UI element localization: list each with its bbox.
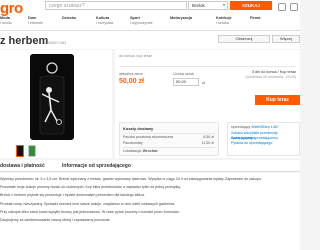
image-gallery (0, 50, 112, 158)
divider (123, 133, 215, 134)
price-label: aktualna cena (119, 72, 143, 76)
thumbnail[interactable] (28, 145, 36, 157)
shipping-title: Koszty dostawy (123, 126, 154, 131)
category-sub: i rozrywka (96, 20, 114, 25)
description-paragraph: Pozostałe moje aukcje prosimy dodać do u… (0, 185, 182, 190)
divider (123, 147, 215, 148)
shipping-method: Paczkomaty (123, 141, 143, 145)
description-section: Wymiary przedmiotu: ok. 5 x 3,5 cm. Brel… (0, 173, 300, 250)
listing-title-row: z herbem 8555507483 Obserwuj Więcej (0, 31, 300, 49)
offer-panel: do końca: kup teraz aktualna cena 50,00 … (115, 50, 300, 158)
tab-delivery[interactable]: dostawa i płatność (0, 163, 45, 169)
seller-line: sprzedający WielkiSklep 1467 (231, 125, 279, 130)
location-label: Lokalizacja: (123, 149, 142, 153)
category-name: Motoryzacja (170, 16, 192, 20)
shipping-price: 8,50 zł (203, 135, 214, 139)
location-info: Lokalizacja: Wrocław (123, 149, 158, 153)
category-item[interactable]: Dom i zdrowie (24, 16, 58, 30)
category-nav: Moda i uroda Dom i zdrowie Dziecko Kultu… (0, 16, 300, 30)
category-sub: i wypoczynek (130, 20, 153, 25)
category-sub: i zdrowie (28, 20, 43, 25)
category-name: Dom (28, 16, 37, 20)
quantity-label: Liczba sztuk (173, 72, 194, 76)
chevron-down-icon: ▾ (222, 2, 225, 7)
description-paragraph: Wymiary przedmiotu: ok. 5 x 3,5 cm. Brel… (0, 177, 262, 181)
search-input[interactable]: czego szukasz? (45, 1, 187, 10)
listing-id: 8555507483 (44, 40, 67, 45)
description-paragraph: Przy zakupie kilku sztuk koszt wysyłki l… (0, 209, 180, 214)
user-icon[interactable] (278, 3, 286, 11)
category-name: Moda (0, 16, 10, 20)
more-button[interactable]: Więcej (272, 35, 300, 43)
shipping-method: Paczka pocztowa ekonomiczna (123, 135, 174, 139)
category-item[interactable]: Kultura i rozrywka (92, 16, 126, 30)
category-name: Kolekcje (216, 16, 232, 20)
description-paragraph: Dziękujemy za zainteresowanie naszą ofer… (0, 218, 111, 223)
time-left: do końca: kup teraz (119, 54, 153, 58)
site-logo[interactable]: gro (0, 1, 23, 16)
shipping-costs-box: Koszty dostawy Paczka pocztowa ekonomicz… (119, 122, 219, 156)
category-name: Kultura (96, 16, 110, 20)
category-item[interactable]: Moda i uroda (0, 16, 24, 30)
ask-seller-link[interactable]: Zadaj pytanie sprzedającemu (231, 136, 278, 140)
tab-seller-info[interactable]: Informacje od sprzedającego (62, 163, 131, 169)
quantity-input[interactable]: 50,00 (173, 78, 199, 86)
seller-line: Pytania do sprzedającego (231, 141, 272, 146)
search-category-label: Brelok (192, 3, 205, 8)
buy-now-button[interactable]: Kup teraz (255, 95, 300, 105)
category-name: Sport (130, 16, 140, 20)
follow-button[interactable]: Obserwuj (218, 35, 270, 43)
category-sub: i sztuka (216, 20, 229, 25)
divider (119, 66, 296, 67)
listing-title: z herbem (0, 35, 49, 47)
category-sub: i uroda (0, 20, 12, 25)
category-item[interactable]: Kolekcje i sztuka (212, 16, 246, 30)
search-button[interactable]: SZUKAJ (230, 1, 272, 10)
category-item[interactable]: Sport i wypoczynek (126, 16, 166, 30)
keychain-figure-image (39, 62, 65, 135)
category-name: Firma (250, 16, 261, 20)
thumbnail-strip (16, 145, 36, 157)
description-paragraph: Produkt nowy, nieużywany. Sprawdź równie… (0, 201, 176, 206)
seller-name-link[interactable]: WielkiSklep 1467 (251, 125, 279, 129)
seller-label: sprzedający (231, 125, 251, 129)
site-header: gro czego szukasz? Brelok ▾ SZUKAJ Moda … (0, 0, 300, 31)
seller-questions-link[interactable]: Pytania do sprzedającego (231, 141, 272, 145)
category-item[interactable]: Motoryzacja (166, 16, 212, 30)
listing-tabs: dostawa i płatność Informacje od sprzeda… (0, 160, 300, 172)
quantity-unit: zł (202, 80, 205, 85)
thumbnail[interactable] (16, 145, 24, 157)
search-category-select[interactable]: Brelok ▾ (188, 1, 228, 10)
shipping-price: 11,50 zł (201, 141, 214, 145)
category-name: Dziecko (62, 16, 77, 20)
cart-icon[interactable] (290, 3, 298, 11)
availability-info: 3 dni do końca / Kup teraz (niedziela 26… (246, 70, 296, 80)
price: 50,00 zł (119, 78, 144, 85)
category-item[interactable]: Dziecko (58, 16, 92, 30)
seller-box: sprzedający WielkiSklep 1467 Zobacz wszy… (227, 122, 300, 156)
product-image[interactable] (30, 54, 74, 140)
availability-date: (niedziela 26 września, 19:00) (245, 75, 296, 79)
category-item[interactable]: Firma (246, 16, 280, 30)
location-value: Wrocław (142, 149, 158, 153)
description-paragraph: Brelok z herbem pięknie się prezentuje i… (0, 193, 146, 198)
